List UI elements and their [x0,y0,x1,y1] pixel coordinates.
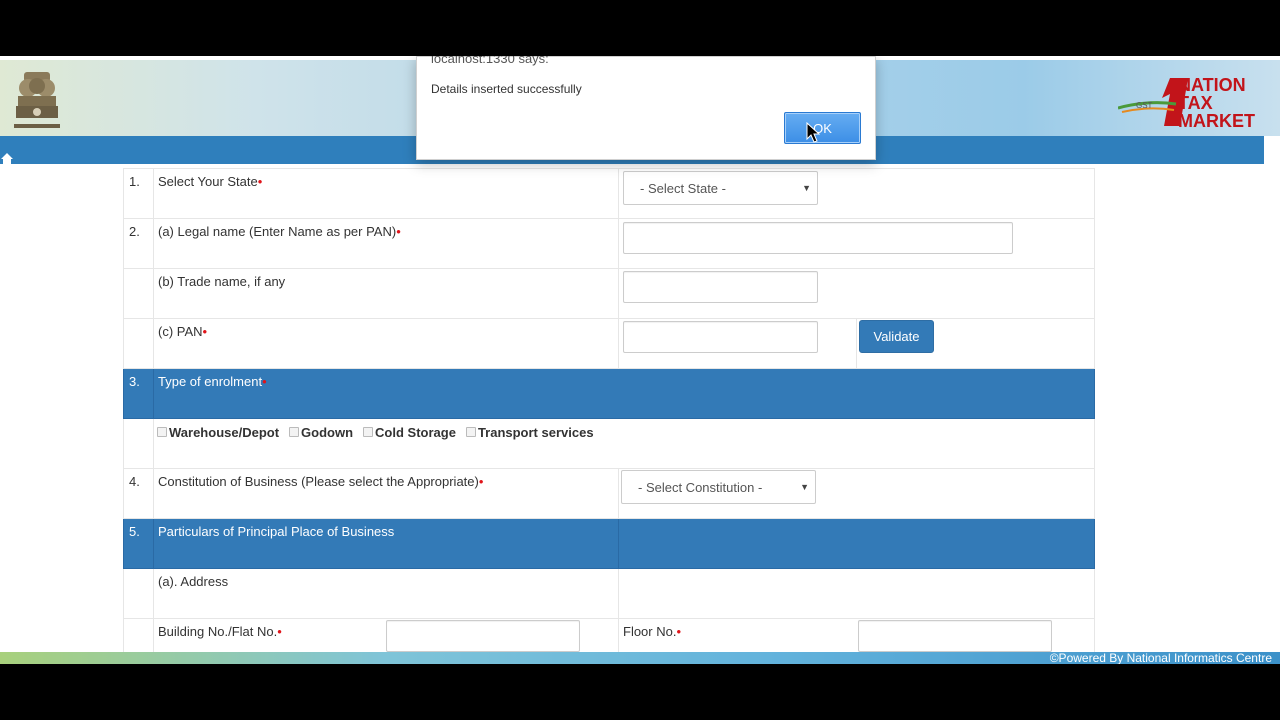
option-cold-storage[interactable]: Cold Storage [363,425,456,440]
state-label: Select Your State• [153,168,619,219]
mouse-cursor-icon [806,122,820,143]
footer-credit: ©Powered By National Informatics Centre [1049,651,1272,664]
pan-label: (c) PAN• [153,318,619,369]
required-marker: • [478,474,484,489]
required-marker: • [202,324,208,339]
row-number [123,418,154,469]
dialog-title: localhost:1330 says: [431,56,549,66]
option-label: Cold Storage [375,424,456,440]
chevron-down-icon: ▼ [800,482,809,492]
row-number: 1. [123,168,154,219]
trade-name-label: (b) Trade name, if any [153,268,619,319]
option-label: Transport services [477,424,594,440]
dialog-message: Details inserted successfully [431,82,582,96]
legal-name-label: (a) Legal name (Enter Name as per PAN)• [153,218,619,269]
legal-name-input[interactable] [623,222,1013,254]
state-label-text: Select Your State [158,174,258,189]
logo-line-2: TAX [1178,93,1213,113]
principal-place-heading: Particulars of Principal Place of Busine… [153,518,619,569]
constitution-label: Constitution of Business (Please select … [153,468,619,519]
enrolment-options: Warehouse/Depot Godown Cold Storage Tran… [157,422,604,442]
required-marker: • [262,374,267,389]
national-emblem-icon [14,72,60,128]
floor-label-text: Floor No. [623,624,677,639]
browser-viewport: GST NATION TAX MARKET 1. Select Your Sta… [0,56,1280,664]
pan-input[interactable] [623,321,818,353]
trade-name-input[interactable] [623,271,818,303]
row-number [123,318,154,369]
scrollbar-gutter [1264,136,1280,664]
address-label: (a). Address [153,568,619,619]
checkbox[interactable] [363,427,374,437]
pan-label-text: (c) PAN [158,324,203,339]
section-header-row: 3. Type of enrolment• [123,368,1095,419]
checkbox[interactable] [157,427,167,437]
floor-input[interactable] [858,620,1052,652]
validate-button[interactable]: Validate [859,320,934,353]
building-input[interactable] [386,620,580,652]
ok-button[interactable]: OK [784,112,861,144]
option-godown[interactable]: Godown [289,425,353,440]
option-label: Warehouse/Depot [169,424,280,440]
checkbox[interactable] [289,427,300,437]
home-icon[interactable] [0,152,14,164]
building-label-text: Building No./Flat No. [158,624,278,639]
row-number: 5. [123,518,154,569]
logo-wordmark: NATION TAX MARKET [1178,76,1255,130]
constitution-select[interactable]: - Select Constitution - ▼ [621,470,816,504]
enrolment-type-heading: Type of enrolment• [153,368,1095,419]
row-number [123,268,154,319]
required-marker: • [277,624,282,639]
state-select[interactable]: - Select State - ▼ [623,171,818,205]
row-number: 4. [123,468,154,519]
option-warehouse[interactable]: Warehouse/Depot [157,425,279,440]
logo-line-1: NATION [1178,75,1246,95]
option-transport[interactable]: Transport services [465,424,594,440]
legal-name-label-text: (a) Legal name (Enter Name as per PAN) [158,224,397,239]
required-marker: • [257,174,263,189]
required-marker: • [676,624,682,639]
row-number: 3. [123,368,154,419]
address-cell [618,568,1095,619]
table-row: 4. Constitution of Business (Please sele… [123,468,1095,519]
state-select-value: - Select State - [640,181,726,196]
row-number: 2. [123,218,154,269]
row-number [123,568,154,619]
logo-line-3: MARKET [1178,111,1255,131]
option-label: Godown [301,424,354,440]
table-row: 1. Select Your State• [123,168,1095,219]
enrolment-type-heading-text: Type of enrolment [158,374,263,389]
checkbox[interactable] [465,427,476,437]
gst-badge-text: GST [1136,101,1153,110]
footer-bar: ©Powered By National Informatics Centre [0,652,1280,664]
table-row: (a). Address [123,568,1095,619]
constitution-label-text: Constitution of Business (Please select … [158,474,479,489]
section-header-row: 5. Particulars of Principal Place of Bus… [123,518,1095,569]
constitution-select-value: - Select Constitution - [638,480,763,495]
chevron-down-icon: ▼ [802,183,811,193]
required-marker: • [396,224,401,239]
principal-place-heading-right [618,518,1095,569]
alert-dialog: localhost:1330 says: Details inserted su… [416,56,876,160]
table-row: (c) PAN• [123,318,1095,369]
table-row: (b) Trade name, if any [123,268,1095,319]
